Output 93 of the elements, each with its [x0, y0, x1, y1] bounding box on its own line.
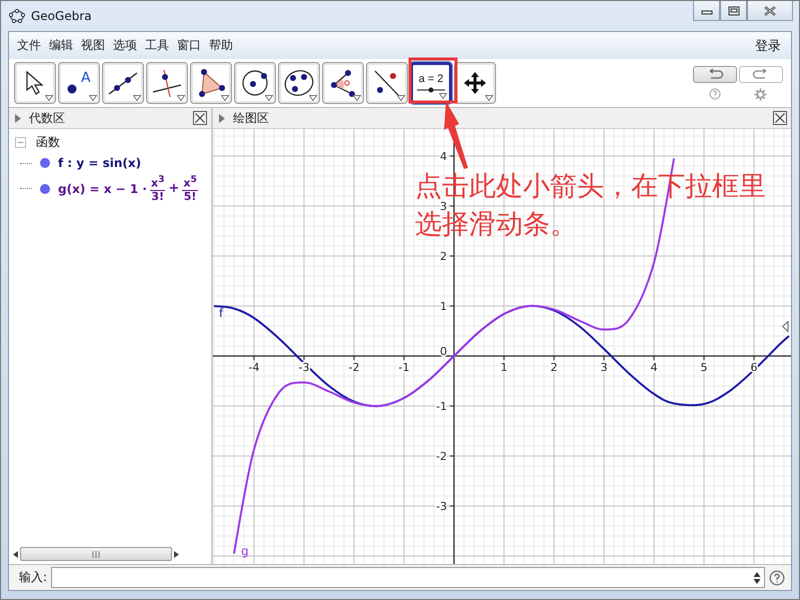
x-tick-label: 1 [500, 361, 508, 374]
triangle-icon [196, 68, 226, 98]
undo-button[interactable] [693, 66, 737, 82]
close-view-icon[interactable] [773, 111, 787, 125]
close-view-icon[interactable] [193, 111, 207, 125]
fraction: x$^{3}$ 3! [150, 175, 166, 203]
collapse-icon[interactable] [15, 136, 26, 148]
line-tool-button[interactable] [102, 62, 144, 104]
curve-label: g [241, 544, 249, 558]
conic-tool-button[interactable] [278, 62, 320, 104]
y-tick-label: -3 [436, 500, 447, 513]
highlight-frame [408, 58, 458, 104]
maximize-button[interactable] [720, 1, 747, 21]
angle-icon [328, 68, 358, 98]
menu-item[interactable]: 文件 [13, 37, 45, 54]
point-label: A [81, 70, 91, 86]
menu-item[interactable]: 视图 [77, 37, 109, 54]
dropdown-triangle-icon[interactable] [177, 95, 185, 101]
collapse-triangle-icon[interactable] [15, 114, 21, 122]
arrow-cursor-icon [24, 70, 46, 96]
dropdown-triangle-icon[interactable] [439, 93, 447, 99]
plus-sign: + [168, 181, 180, 196]
visibility-dot[interactable] [40, 184, 50, 194]
view-title: 绘图区 [233, 110, 269, 126]
y-tick-label: 4 [440, 150, 447, 163]
x-tick-label: -1 [398, 361, 410, 374]
reflect-tool-button[interactable] [366, 62, 408, 104]
app-logo-icon [9, 8, 25, 22]
perpendicular-tool-button[interactable] [146, 62, 188, 104]
close-button[interactable] [747, 1, 793, 21]
scroll-right-icon[interactable] [174, 550, 179, 558]
minimize-button[interactable] [693, 1, 720, 21]
dropdown-triangle-icon[interactable] [397, 95, 405, 101]
y-tick-label: 3 [440, 200, 447, 213]
y-tick-label: 1 [440, 300, 447, 313]
dropdown-triangle-icon[interactable] [353, 95, 361, 101]
menu-item[interactable]: 帮助 [205, 37, 237, 54]
help-icon[interactable] [769, 570, 785, 586]
menu-item[interactable]: 窗口 [173, 37, 205, 54]
x-tick-label: 4 [650, 361, 658, 374]
x-tick-label: 2 [550, 361, 558, 374]
dropdown-triangle-icon[interactable] [89, 95, 97, 101]
angle-tool-button[interactable] [322, 62, 364, 104]
point-tool-button[interactable]: A [58, 62, 100, 104]
redo-button[interactable] [739, 66, 783, 82]
dropdown-triangle-icon[interactable] [265, 95, 273, 101]
polygon-tool-button[interactable] [190, 62, 232, 104]
curve-label: f [219, 306, 224, 320]
dropdown-triangle-icon[interactable] [221, 95, 229, 101]
y-tick-label: -1 [436, 400, 447, 413]
circle-icon [240, 68, 270, 98]
function-formula[interactable]: f : y = sin(x) [58, 156, 142, 170]
dropdown-triangle-icon[interactable] [485, 95, 493, 101]
slider-tool-label: a = 2 [418, 73, 444, 85]
four-way-arrow-icon [462, 70, 488, 96]
circle-tool-button[interactable] [234, 62, 276, 104]
slider-icon [416, 87, 446, 93]
up-down-arrows-icon[interactable] [753, 570, 761, 584]
function-formula[interactable]: g(x) = x − 1 · [58, 182, 147, 196]
scrollbar-thumb[interactable] [20, 547, 172, 561]
y-tick-label: -2 [436, 450, 447, 463]
group-label: 函数 [36, 134, 60, 150]
menu-item[interactable]: 编辑 [45, 37, 77, 54]
dropdown-triangle-icon[interactable] [45, 95, 53, 101]
x-tick-label: 5 [700, 361, 708, 374]
ellipse-icon [283, 68, 315, 98]
window-title: GeoGebra [31, 8, 92, 22]
close-icon [763, 6, 777, 16]
dropdown-triangle-icon[interactable] [133, 95, 141, 101]
dropdown-triangle-icon[interactable] [309, 95, 317, 101]
collapse-triangle-icon[interactable] [219, 114, 225, 122]
maximize-icon [728, 6, 740, 16]
input-label: 输入: [19, 569, 48, 586]
y-tick-label: 2 [440, 250, 447, 263]
input-field[interactable] [51, 567, 765, 588]
side-panel-toggle-icon[interactable] [782, 321, 789, 332]
move-view-tool-button[interactable] [454, 62, 496, 104]
visibility-dot[interactable] [40, 158, 50, 168]
login-link[interactable]: 登录 [755, 36, 781, 54]
x-tick-label: -3 [298, 361, 310, 374]
settings-icon[interactable] [754, 88, 768, 100]
scroll-left-icon[interactable] [13, 550, 18, 558]
x-tick-label: 3 [600, 361, 608, 374]
y-tick-label: 0 [440, 345, 447, 358]
menu-item[interactable]: 工具 [141, 37, 173, 54]
move-tool-button[interactable] [14, 62, 56, 104]
perpendicular-lines-icon [151, 68, 183, 98]
help-icon[interactable] [708, 88, 721, 100]
x-tick-label: -2 [348, 361, 360, 374]
x-tick-label: -4 [248, 361, 260, 374]
menu-item[interactable]: 选项 [109, 37, 141, 54]
fraction: x$^{5}$ 5! [182, 175, 198, 203]
view-title: 代数区 [29, 110, 65, 126]
